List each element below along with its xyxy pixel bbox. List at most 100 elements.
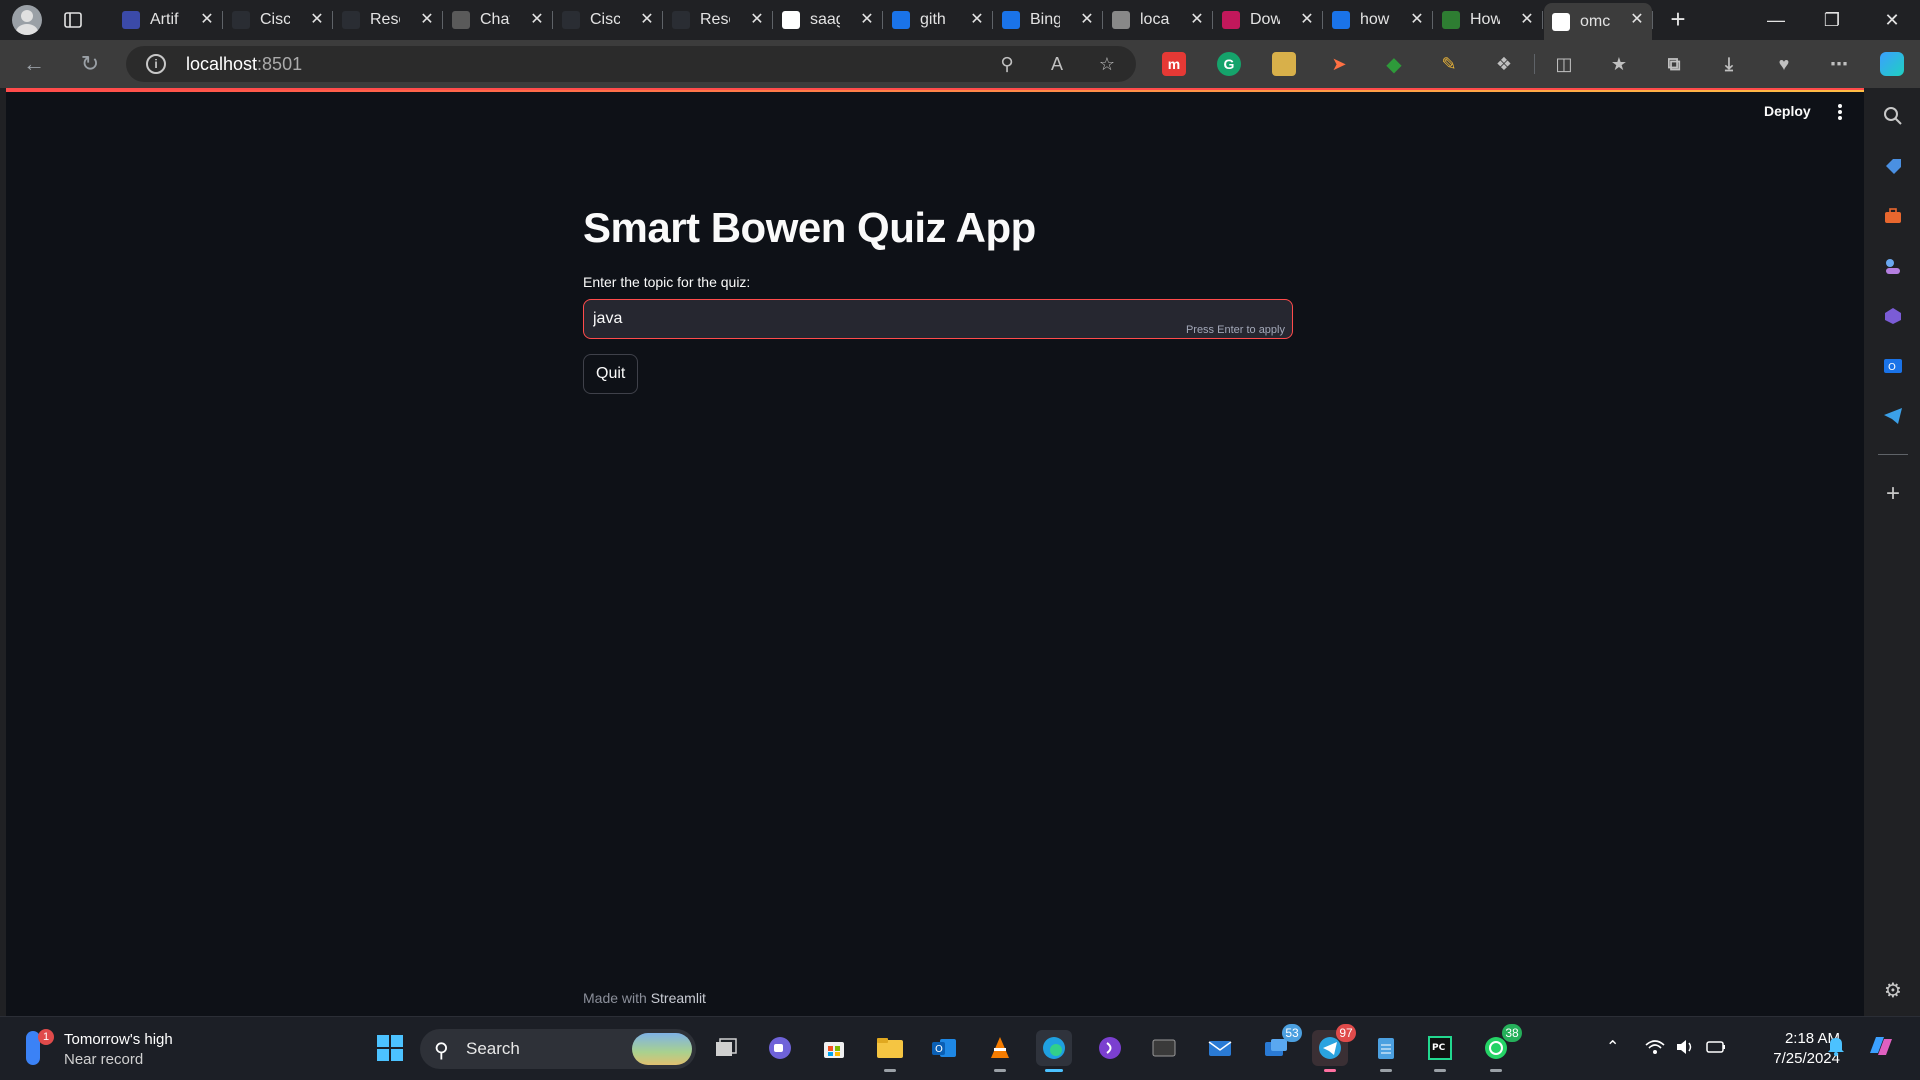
pycharm-icon[interactable]: PC: [1422, 1030, 1458, 1072]
sidebar-add-icon[interactable]: +: [1881, 480, 1905, 507]
copilot-taskbar-icon[interactable]: [1866, 1033, 1896, 1064]
clock[interactable]: 2:18 AM 7/25/2024: [1740, 1029, 1840, 1069]
close-tab-icon[interactable]: ✕: [528, 11, 546, 29]
artifact-icon: [122, 11, 140, 29]
refresh-button[interactable]: ↻: [76, 50, 104, 78]
search-label: Search: [466, 1039, 520, 1058]
sidebar-copilot-app-icon[interactable]: [1881, 304, 1905, 328]
browser-tab[interactable]: How ✕: [1434, 3, 1543, 37]
vlc-icon[interactable]: [982, 1030, 1018, 1072]
close-tab-icon[interactable]: ✕: [968, 11, 986, 29]
sidebar-games-icon[interactable]: [1881, 254, 1905, 278]
telegram-icon[interactable]: 97: [1312, 1024, 1356, 1072]
edge-browser-icon[interactable]: [1036, 1030, 1072, 1072]
tab-divider: [332, 11, 333, 29]
browser-tab[interactable]: saag ✕: [774, 3, 883, 37]
battery-icon[interactable]: [1704, 1037, 1728, 1062]
close-tab-icon[interactable]: ✕: [1408, 11, 1426, 29]
extension-pencil-icon[interactable]: ✎: [1437, 52, 1461, 76]
copilot-icon[interactable]: [1880, 52, 1904, 76]
teams-chat-icon[interactable]: [762, 1030, 798, 1066]
close-tab-icon[interactable]: ✕: [418, 11, 436, 29]
browser-tab[interactable]: Dow ✕: [1214, 3, 1323, 37]
address-bar[interactable]: i localhost:8501 ⚲ A ☆: [126, 46, 1136, 82]
address-url[interactable]: localhost:8501: [186, 54, 302, 75]
volume-icon[interactable]: [1674, 1037, 1696, 1062]
settings-more-icon[interactable]: ⋯: [1827, 52, 1851, 76]
collections-icon[interactable]: ⧉: [1662, 52, 1686, 76]
resource-icon: [342, 11, 360, 29]
browser-essentials-icon[interactable]: ♥: [1772, 52, 1796, 76]
sidebar-outlook-icon[interactable]: O: [1881, 354, 1905, 378]
close-tab-icon[interactable]: ✕: [1298, 11, 1316, 29]
taskbar-search[interactable]: ⚲ Search: [420, 1029, 696, 1069]
grammarly-icon[interactable]: G: [1217, 52, 1241, 76]
extension-rocket-icon[interactable]: ➤: [1327, 52, 1351, 76]
podcast-app-icon[interactable]: [1092, 1030, 1128, 1066]
minimize-button[interactable]: —: [1748, 0, 1804, 40]
notification-bell-icon[interactable]: [1826, 1035, 1846, 1062]
show-hidden-icons-chevron-icon[interactable]: ⌃: [1606, 1037, 1619, 1057]
topic-input[interactable]: [593, 300, 1093, 338]
close-tab-icon[interactable]: ✕: [1518, 11, 1536, 29]
wifi-icon[interactable]: [1644, 1037, 1666, 1062]
extension-green-icon[interactable]: ◆: [1382, 52, 1406, 76]
close-tab-icon[interactable]: ✕: [1628, 11, 1646, 29]
sidebar-search-icon[interactable]: [1881, 104, 1905, 128]
close-tab-icon[interactable]: ✕: [748, 11, 766, 29]
sidebar-shopping-icon[interactable]: [1881, 154, 1905, 178]
close-tab-icon[interactable]: ✕: [1078, 11, 1096, 29]
browser-tab[interactable]: Cisc ✕: [554, 3, 663, 37]
browser-tab[interactable]: omc ✕: [1544, 3, 1653, 40]
back-button[interactable]: ←: [20, 50, 48, 78]
tab-title: omc: [1580, 12, 1610, 30]
profile-avatar[interactable]: [12, 5, 42, 35]
messages-app-icon[interactable]: 53: [1258, 1024, 1302, 1066]
notepad-icon[interactable]: [1368, 1030, 1404, 1072]
browser-tab[interactable]: Artif ✕: [114, 3, 223, 37]
close-tab-icon[interactable]: ✕: [308, 11, 326, 29]
main-menu-icon[interactable]: [1836, 104, 1844, 122]
browser-tab[interactable]: how ✕: [1324, 3, 1433, 37]
favorites-icon[interactable]: ★: [1607, 52, 1631, 76]
whatsapp-icon[interactable]: 38: [1478, 1024, 1522, 1072]
file-explorer-icon[interactable]: [872, 1030, 908, 1072]
terminal-icon[interactable]: [1146, 1030, 1182, 1066]
deploy-button[interactable]: Deploy: [1764, 103, 1811, 119]
browser-tab[interactable]: Reso ✕: [664, 3, 773, 37]
browser-tab[interactable]: Chat ✕: [444, 3, 553, 37]
microsoft-store-icon[interactable]: [816, 1030, 852, 1066]
favorite-star-icon[interactable]: ☆: [1096, 53, 1118, 75]
sidebar-tools-icon[interactable]: [1881, 204, 1905, 228]
split-screen-icon[interactable]: ◫: [1552, 52, 1576, 76]
browser-tab[interactable]: gith ✕: [884, 3, 993, 37]
browser-tab[interactable]: Bing ✕: [994, 3, 1103, 37]
browser-tab[interactable]: Reso ✕: [334, 3, 443, 37]
close-tab-icon[interactable]: ✕: [198, 11, 216, 29]
sidebar-settings-icon[interactable]: ⚙: [1881, 978, 1905, 1002]
tab-divider: [662, 11, 663, 29]
extension-red-icon[interactable]: m: [1162, 52, 1186, 76]
new-tab-button[interactable]: +: [1664, 6, 1692, 34]
browser-tab[interactable]: Cisc ✕: [224, 3, 333, 37]
close-window-button[interactable]: ✕: [1864, 0, 1920, 40]
extensions-puzzle-icon[interactable]: ❖: [1492, 52, 1516, 76]
read-aloud-icon[interactable]: A: [1046, 53, 1068, 75]
extension-folder-icon[interactable]: [1272, 52, 1296, 76]
task-view-icon[interactable]: [708, 1030, 744, 1066]
quit-button[interactable]: Quit: [583, 354, 639, 394]
close-tab-icon[interactable]: ✕: [638, 11, 656, 29]
sidebar-telegram-icon[interactable]: [1881, 404, 1905, 428]
close-tab-icon[interactable]: ✕: [858, 11, 876, 29]
start-button[interactable]: [372, 1030, 408, 1066]
browser-tab[interactable]: local ✕: [1104, 3, 1213, 37]
site-info-icon[interactable]: i: [146, 54, 166, 74]
streamlit-link[interactable]: Streamlit: [651, 990, 706, 1006]
restore-button[interactable]: ❐: [1804, 0, 1860, 40]
outlook-icon[interactable]: O: [926, 1030, 962, 1066]
zoom-icon[interactable]: ⚲: [996, 53, 1018, 75]
tab-actions-icon[interactable]: [62, 9, 84, 31]
downloads-icon[interactable]: ⤓: [1717, 52, 1741, 76]
close-tab-icon[interactable]: ✕: [1188, 11, 1206, 29]
mail-icon[interactable]: [1202, 1030, 1238, 1066]
